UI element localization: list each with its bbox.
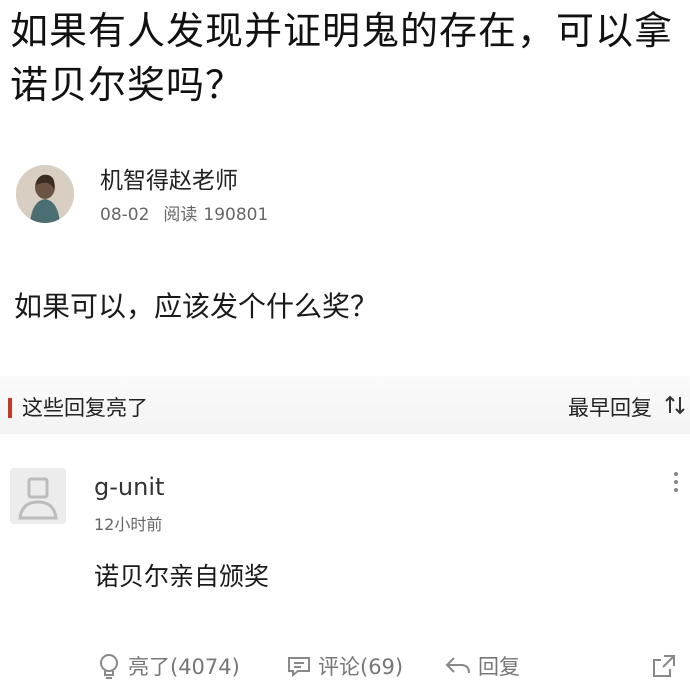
reply-button[interactable]: 回复: [444, 648, 520, 684]
question-body: 如果可以，应该发个什么奖？: [14, 290, 379, 323]
comment-actions: 亮了(4074) 评论(69) 回复: [0, 648, 690, 684]
more-vertical-icon[interactable]: [672, 470, 680, 501]
post-date: 08-02: [100, 205, 150, 225]
lightbulb-icon: [100, 654, 118, 679]
default-user-icon: [10, 468, 66, 524]
commenter-avatar[interactable]: [10, 468, 66, 524]
like-label: 亮了(4074): [128, 655, 240, 679]
author-meta: 08-02 阅读 190801: [100, 203, 282, 227]
sort-arrows-icon[interactable]: [664, 393, 686, 425]
question-title: 如果有人发现并证明鬼的存在，可以拿诺贝尔奖吗？: [10, 9, 674, 107]
share-icon[interactable]: [650, 648, 684, 684]
views-label: 阅读: [163, 205, 198, 225]
replies-header-label: 这些回复亮了: [22, 396, 148, 420]
comment-text: 诺贝尔亲自颁奖: [94, 562, 270, 591]
comment-button[interactable]: 评论(69): [286, 648, 403, 684]
comment-time: 12小时前: [94, 515, 163, 534]
views-count: 190801: [203, 205, 269, 225]
replies-accent-bar: [8, 398, 12, 418]
reply-arrow-icon: [445, 657, 470, 674]
author-name[interactable]: 机智得赵老师: [100, 166, 238, 196]
like-button[interactable]: 亮了(4074): [96, 648, 240, 684]
reply-label: 回复: [478, 655, 520, 679]
speech-bubble-icon: [288, 657, 310, 678]
sort-button[interactable]: 最早回复: [568, 393, 652, 423]
comment-label: 评论(69): [318, 655, 404, 679]
commenter-username[interactable]: g-unit: [94, 472, 164, 502]
author-avatar[interactable]: [16, 165, 74, 223]
author-avatar-image: [16, 165, 74, 223]
